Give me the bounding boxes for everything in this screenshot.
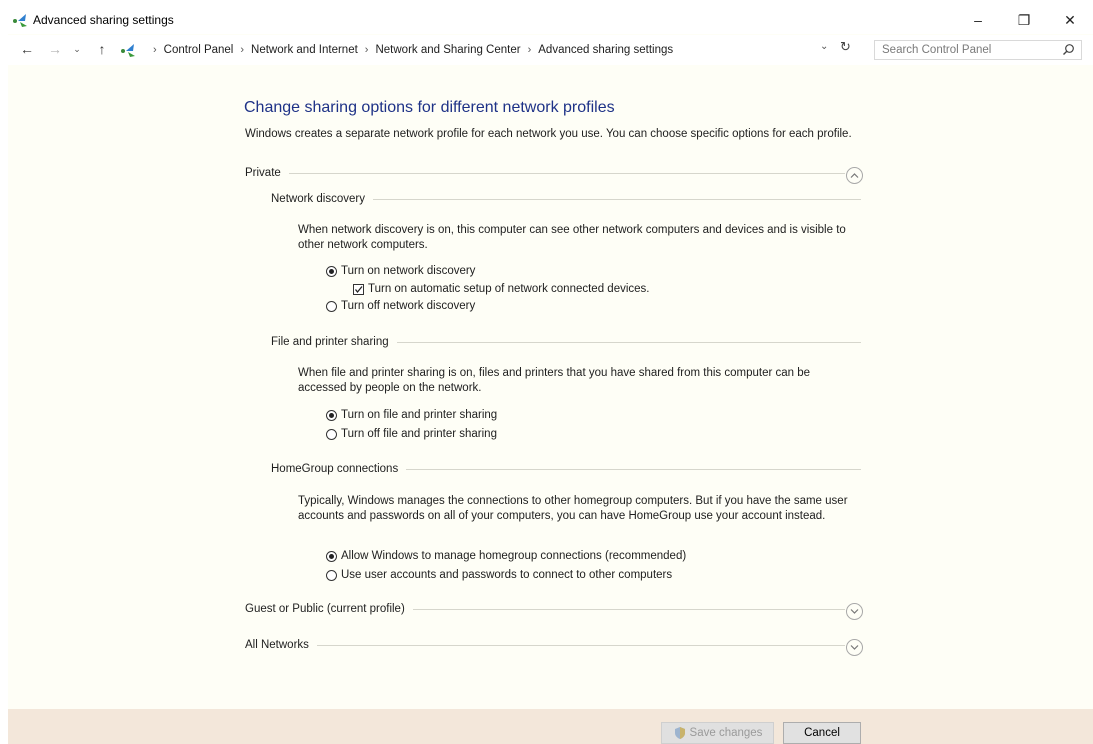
radio-selected[interactable] <box>326 265 337 277</box>
radio-label: Turn off network discovery <box>341 300 476 312</box>
file-printer-sharing-title: File and printer sharing <box>271 336 389 348</box>
radio-unselected[interactable] <box>326 569 337 581</box>
breadcrumb-separator: › <box>153 44 157 56</box>
search-placeholder: Search Control Panel <box>882 44 992 56</box>
divider <box>396 341 861 343</box>
profile-label-private: Private <box>245 167 281 179</box>
checkbox-checked[interactable] <box>353 283 364 295</box>
checkbox-auto-setup[interactable]: Turn on automatic setup of network conne… <box>353 283 649 295</box>
radio-homegroup-windows[interactable]: Allow Windows to manage homegroup connec… <box>326 550 686 562</box>
address-row: ← → ⌄ ↑ › Control Panel › Network and In… <box>8 35 1093 65</box>
collapse-private-button[interactable] <box>846 167 863 184</box>
checkmark-icon <box>354 285 363 293</box>
save-changes-button[interactable]: Save changes <box>661 722 774 744</box>
radio-file-sharing-off[interactable]: Turn off file and printer sharing <box>326 428 497 440</box>
divider <box>406 468 861 470</box>
chevron-up-icon <box>850 173 859 178</box>
radio-label: Turn off file and printer sharing <box>341 428 497 440</box>
radio-unselected[interactable] <box>326 428 337 440</box>
window-title: Advanced sharing settings <box>33 13 174 27</box>
breadcrumb-control-panel[interactable]: Control Panel <box>164 44 234 56</box>
homegroup-header: HomeGroup connections <box>271 463 861 475</box>
address-dropdown-button[interactable]: ⌄ <box>820 41 828 52</box>
radio-label: Use user accounts and passwords to conne… <box>341 569 673 581</box>
divider <box>372 198 861 200</box>
search-input[interactable]: Search Control Panel <box>874 40 1082 60</box>
divider <box>288 172 845 174</box>
expand-all-networks-button[interactable] <box>846 639 863 656</box>
radio-file-sharing-on[interactable]: Turn on file and printer sharing <box>326 409 497 421</box>
radio-network-discovery-on[interactable]: Turn on network discovery <box>326 265 475 277</box>
network-discovery-header: Network discovery <box>271 193 861 205</box>
minimize-button[interactable]: – <box>955 6 1001 34</box>
profile-header-all-networks[interactable]: All Networks <box>245 639 845 651</box>
restore-button[interactable]: ❐ <box>1001 6 1047 34</box>
search-icon[interactable] <box>1062 43 1075 56</box>
page-description: Windows creates a separate network profi… <box>245 128 852 140</box>
profile-label-guest-public: Guest or Public (current profile) <box>245 603 405 615</box>
back-button[interactable]: ← <box>16 39 38 59</box>
save-changes-label: Save changes <box>689 727 763 739</box>
profile-header-guest-public[interactable]: Guest or Public (current profile) <box>245 603 845 615</box>
profile-label-all-networks: All Networks <box>245 639 309 651</box>
radio-selected[interactable] <box>326 550 337 562</box>
expand-guest-public-button[interactable] <box>846 603 863 620</box>
divider <box>412 608 845 610</box>
radio-homegroup-user-accounts[interactable]: Use user accounts and passwords to conne… <box>326 569 672 581</box>
radio-unselected[interactable] <box>326 300 337 312</box>
radio-label: Turn on network discovery <box>341 265 476 277</box>
file-printer-sharing-header: File and printer sharing <box>271 336 861 348</box>
file-printer-sharing-description: When file and printer sharing is on, fil… <box>298 367 811 394</box>
network-icon <box>121 44 135 57</box>
refresh-button[interactable]: ↻ <box>840 39 851 55</box>
chevron-down-icon <box>850 645 859 650</box>
forward-button[interactable]: → <box>46 39 64 59</box>
network-icon <box>13 14 27 27</box>
page-title: Change sharing options for different net… <box>244 99 615 116</box>
breadcrumb-separator: › <box>527 44 532 56</box>
cancel-button[interactable]: Cancel <box>783 722 861 744</box>
divider <box>316 644 845 646</box>
breadcrumb-network-and-internet[interactable]: Network and Internet <box>251 44 358 56</box>
network-discovery-description: When network discovery is on, this compu… <box>298 224 846 251</box>
profile-header-private[interactable]: Private <box>245 167 845 179</box>
checkbox-label: Turn on automatic setup of network conne… <box>368 283 650 295</box>
footer-bar: Save changes Cancel <box>8 709 1093 744</box>
breadcrumb[interactable]: › Control Panel › Network and Internet ›… <box>120 39 858 61</box>
title-bar: Advanced sharing settings – ❐ ✕ <box>8 6 1093 34</box>
radio-selected[interactable] <box>326 409 337 421</box>
up-button[interactable]: ↑ <box>93 39 111 59</box>
breadcrumb-network-and-sharing-center[interactable]: Network and Sharing Center <box>375 44 520 56</box>
radio-label: Turn on file and printer sharing <box>341 409 498 421</box>
chevron-down-icon <box>850 609 859 614</box>
homegroup-title: HomeGroup connections <box>271 463 399 475</box>
homegroup-description: Typically, Windows manages the connectio… <box>298 495 848 522</box>
control-panel-window: Advanced sharing settings – ❐ ✕ ← → ⌄ ↑ … <box>8 6 1093 744</box>
close-button[interactable]: ✕ <box>1047 6 1093 34</box>
breadcrumb-advanced-sharing-settings[interactable]: Advanced sharing settings <box>538 44 673 56</box>
shield-icon <box>674 727 685 739</box>
radio-label: Allow Windows to manage homegroup connec… <box>341 550 687 562</box>
recent-locations-button[interactable]: ⌄ <box>70 39 84 59</box>
radio-network-discovery-off[interactable]: Turn off network discovery <box>326 300 475 312</box>
breadcrumb-separator: › <box>364 44 369 56</box>
breadcrumb-separator: › <box>240 44 245 56</box>
network-discovery-title: Network discovery <box>271 193 365 205</box>
main-content: Change sharing options for different net… <box>8 66 1093 709</box>
